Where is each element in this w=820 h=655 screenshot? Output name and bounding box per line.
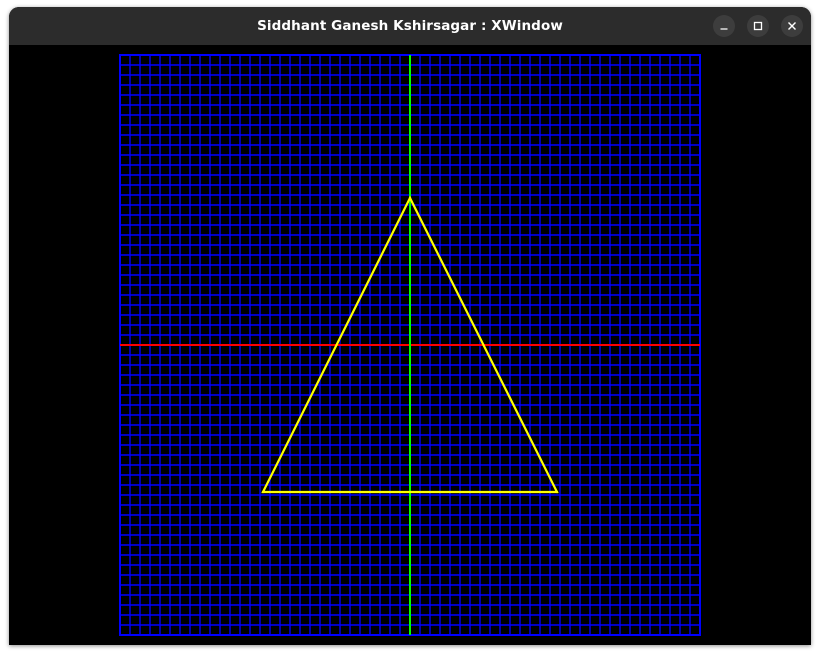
close-icon — [788, 22, 796, 30]
plot-svg — [119, 54, 701, 636]
minimize-button[interactable] — [713, 15, 735, 37]
triangle-vertex — [555, 490, 559, 494]
drawing-canvas — [9, 45, 811, 645]
triangle-vertex — [261, 490, 265, 494]
minimize-icon — [720, 28, 728, 30]
title-bar[interactable]: Siddhant Ganesh Kshirsagar : XWindow — [9, 7, 811, 45]
axes — [120, 55, 700, 635]
window-title: Siddhant Ganesh Kshirsagar : XWindow — [257, 18, 563, 34]
app-window: Siddhant Ganesh Kshirsagar : XWindow — [9, 7, 811, 645]
triangle-vertex — [408, 196, 412, 200]
close-button[interactable] — [781, 15, 803, 37]
maximize-button[interactable] — [747, 15, 769, 37]
maximize-icon — [753, 21, 763, 31]
